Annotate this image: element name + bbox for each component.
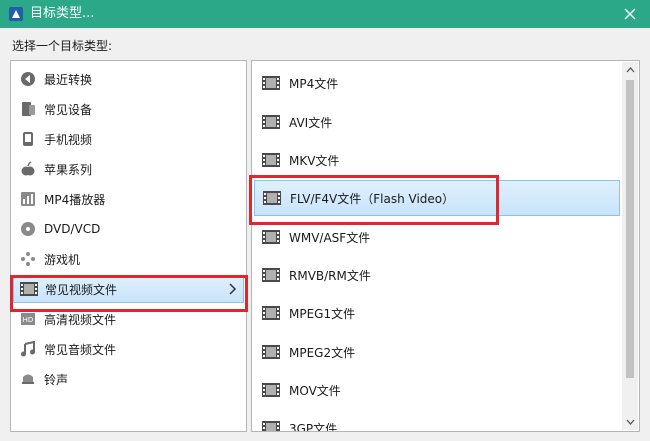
format-label: WMV/ASF文件 bbox=[289, 230, 371, 245]
film-icon bbox=[262, 230, 280, 244]
chevron-right-icon bbox=[229, 283, 237, 295]
format-item-mpeg1[interactable]: MPEG1文件 bbox=[254, 295, 620, 331]
format-item-wmv[interactable]: WMV/ASF文件 bbox=[254, 219, 620, 255]
ringtone-icon bbox=[19, 370, 37, 388]
film-icon bbox=[263, 191, 281, 205]
category-label: 高清视频文件 bbox=[44, 312, 117, 327]
scroll-down-button[interactable] bbox=[622, 414, 638, 430]
film-icon bbox=[262, 345, 280, 359]
format-label: MPEG2文件 bbox=[289, 345, 356, 360]
format-label: MKV文件 bbox=[289, 153, 340, 168]
category-item-phone[interactable]: 手机视频 bbox=[13, 125, 244, 153]
title-bar: 目标类型... bbox=[0, 0, 650, 28]
category-label: 铃声 bbox=[44, 372, 69, 387]
film-icon bbox=[262, 153, 280, 167]
format-item-rmvb[interactable]: RMVB/RM文件 bbox=[254, 257, 620, 293]
category-label: 游戏机 bbox=[44, 252, 81, 267]
scrollbar-thumb[interactable] bbox=[626, 80, 634, 378]
category-item-game-console[interactable]: 游戏机 bbox=[13, 245, 244, 273]
format-list: MP4文件 AVI文件 MKV文件 FLV/F4V文件（Flash Video）… bbox=[251, 60, 640, 432]
category-item-dvd[interactable]: DVD/VCD bbox=[13, 215, 244, 243]
hd-icon: HD bbox=[19, 310, 37, 328]
prompt-label: 选择一个目标类型: bbox=[12, 39, 113, 53]
format-item-mpeg2[interactable]: MPEG2文件 bbox=[254, 334, 620, 370]
format-item-flv[interactable]: FLV/F4V文件（Flash Video） bbox=[254, 180, 620, 216]
category-label: MP4播放器 bbox=[44, 192, 106, 207]
film-icon bbox=[262, 421, 280, 431]
device-icon bbox=[19, 100, 37, 118]
category-item-device[interactable]: 常见设备 bbox=[13, 95, 244, 123]
category-label: DVD/VCD bbox=[44, 222, 101, 236]
film-icon bbox=[262, 383, 280, 397]
format-label: AVI文件 bbox=[289, 115, 333, 130]
film-icon bbox=[20, 280, 38, 298]
category-item-mp4-player[interactable]: MP4播放器 bbox=[13, 185, 244, 213]
window-title: 目标类型... bbox=[30, 6, 95, 21]
category-item-apple[interactable]: 苹果系列 bbox=[13, 155, 244, 183]
category-label: 最近转换 bbox=[44, 72, 93, 87]
format-label: MP4文件 bbox=[289, 76, 339, 91]
format-item-mkv[interactable]: MKV文件 bbox=[254, 142, 620, 178]
recent-icon bbox=[19, 70, 37, 88]
close-button[interactable] bbox=[610, 0, 650, 28]
category-list: 最近转换 常见设备 手机视频 苹果系列 MP4播放器 DVD/VCD 游戏机 常… bbox=[10, 60, 247, 432]
apple-icon bbox=[19, 160, 37, 178]
gamepad-icon bbox=[19, 250, 37, 268]
format-label: MOV文件 bbox=[289, 383, 341, 398]
category-item-ringtone[interactable]: 铃声 bbox=[13, 365, 244, 393]
chevron-up-icon bbox=[626, 67, 634, 73]
format-label: FLV/F4V文件（Flash Video） bbox=[290, 191, 455, 206]
target-type-dialog: 目标类型... 选择一个目标类型: 最近转换 常见设备 手机视频 苹果系列 MP… bbox=[0, 0, 650, 441]
disc-icon bbox=[19, 220, 37, 238]
category-label: 常见音频文件 bbox=[44, 342, 117, 357]
category-item-hd-video[interactable]: HD 高清视频文件 bbox=[13, 305, 244, 333]
film-icon bbox=[262, 115, 280, 129]
category-label: 手机视频 bbox=[44, 132, 93, 147]
format-item-mp4[interactable]: MP4文件 bbox=[254, 65, 620, 101]
category-item-audio[interactable]: 常见音频文件 bbox=[13, 335, 244, 363]
format-label: MPEG1文件 bbox=[289, 306, 356, 321]
scroll-up-button[interactable] bbox=[622, 62, 638, 78]
category-item-common-video[interactable]: 常见视频文件 bbox=[13, 275, 244, 303]
category-label: 苹果系列 bbox=[44, 162, 93, 177]
music-note-icon bbox=[19, 340, 37, 358]
format-label: 3GP文件 bbox=[289, 421, 338, 432]
category-label: 常见设备 bbox=[44, 102, 93, 117]
vertical-scrollbar[interactable] bbox=[622, 62, 638, 430]
chevron-down-icon bbox=[626, 419, 634, 425]
category-label: 常见视频文件 bbox=[45, 282, 118, 297]
phone-icon bbox=[19, 130, 37, 148]
mp4-player-icon bbox=[19, 190, 37, 208]
app-logo-icon bbox=[9, 7, 23, 21]
film-icon bbox=[262, 268, 280, 282]
svg-text:HD: HD bbox=[23, 316, 34, 324]
film-icon bbox=[262, 76, 280, 90]
category-item-recent[interactable]: 最近转换 bbox=[13, 65, 244, 93]
format-item-avi[interactable]: AVI文件 bbox=[254, 104, 620, 140]
film-icon bbox=[262, 306, 280, 320]
close-icon bbox=[624, 8, 636, 20]
format-item-3gp[interactable]: 3GP文件 bbox=[254, 410, 620, 432]
format-item-mov[interactable]: MOV文件 bbox=[254, 372, 620, 408]
format-label: RMVB/RM文件 bbox=[289, 268, 371, 283]
